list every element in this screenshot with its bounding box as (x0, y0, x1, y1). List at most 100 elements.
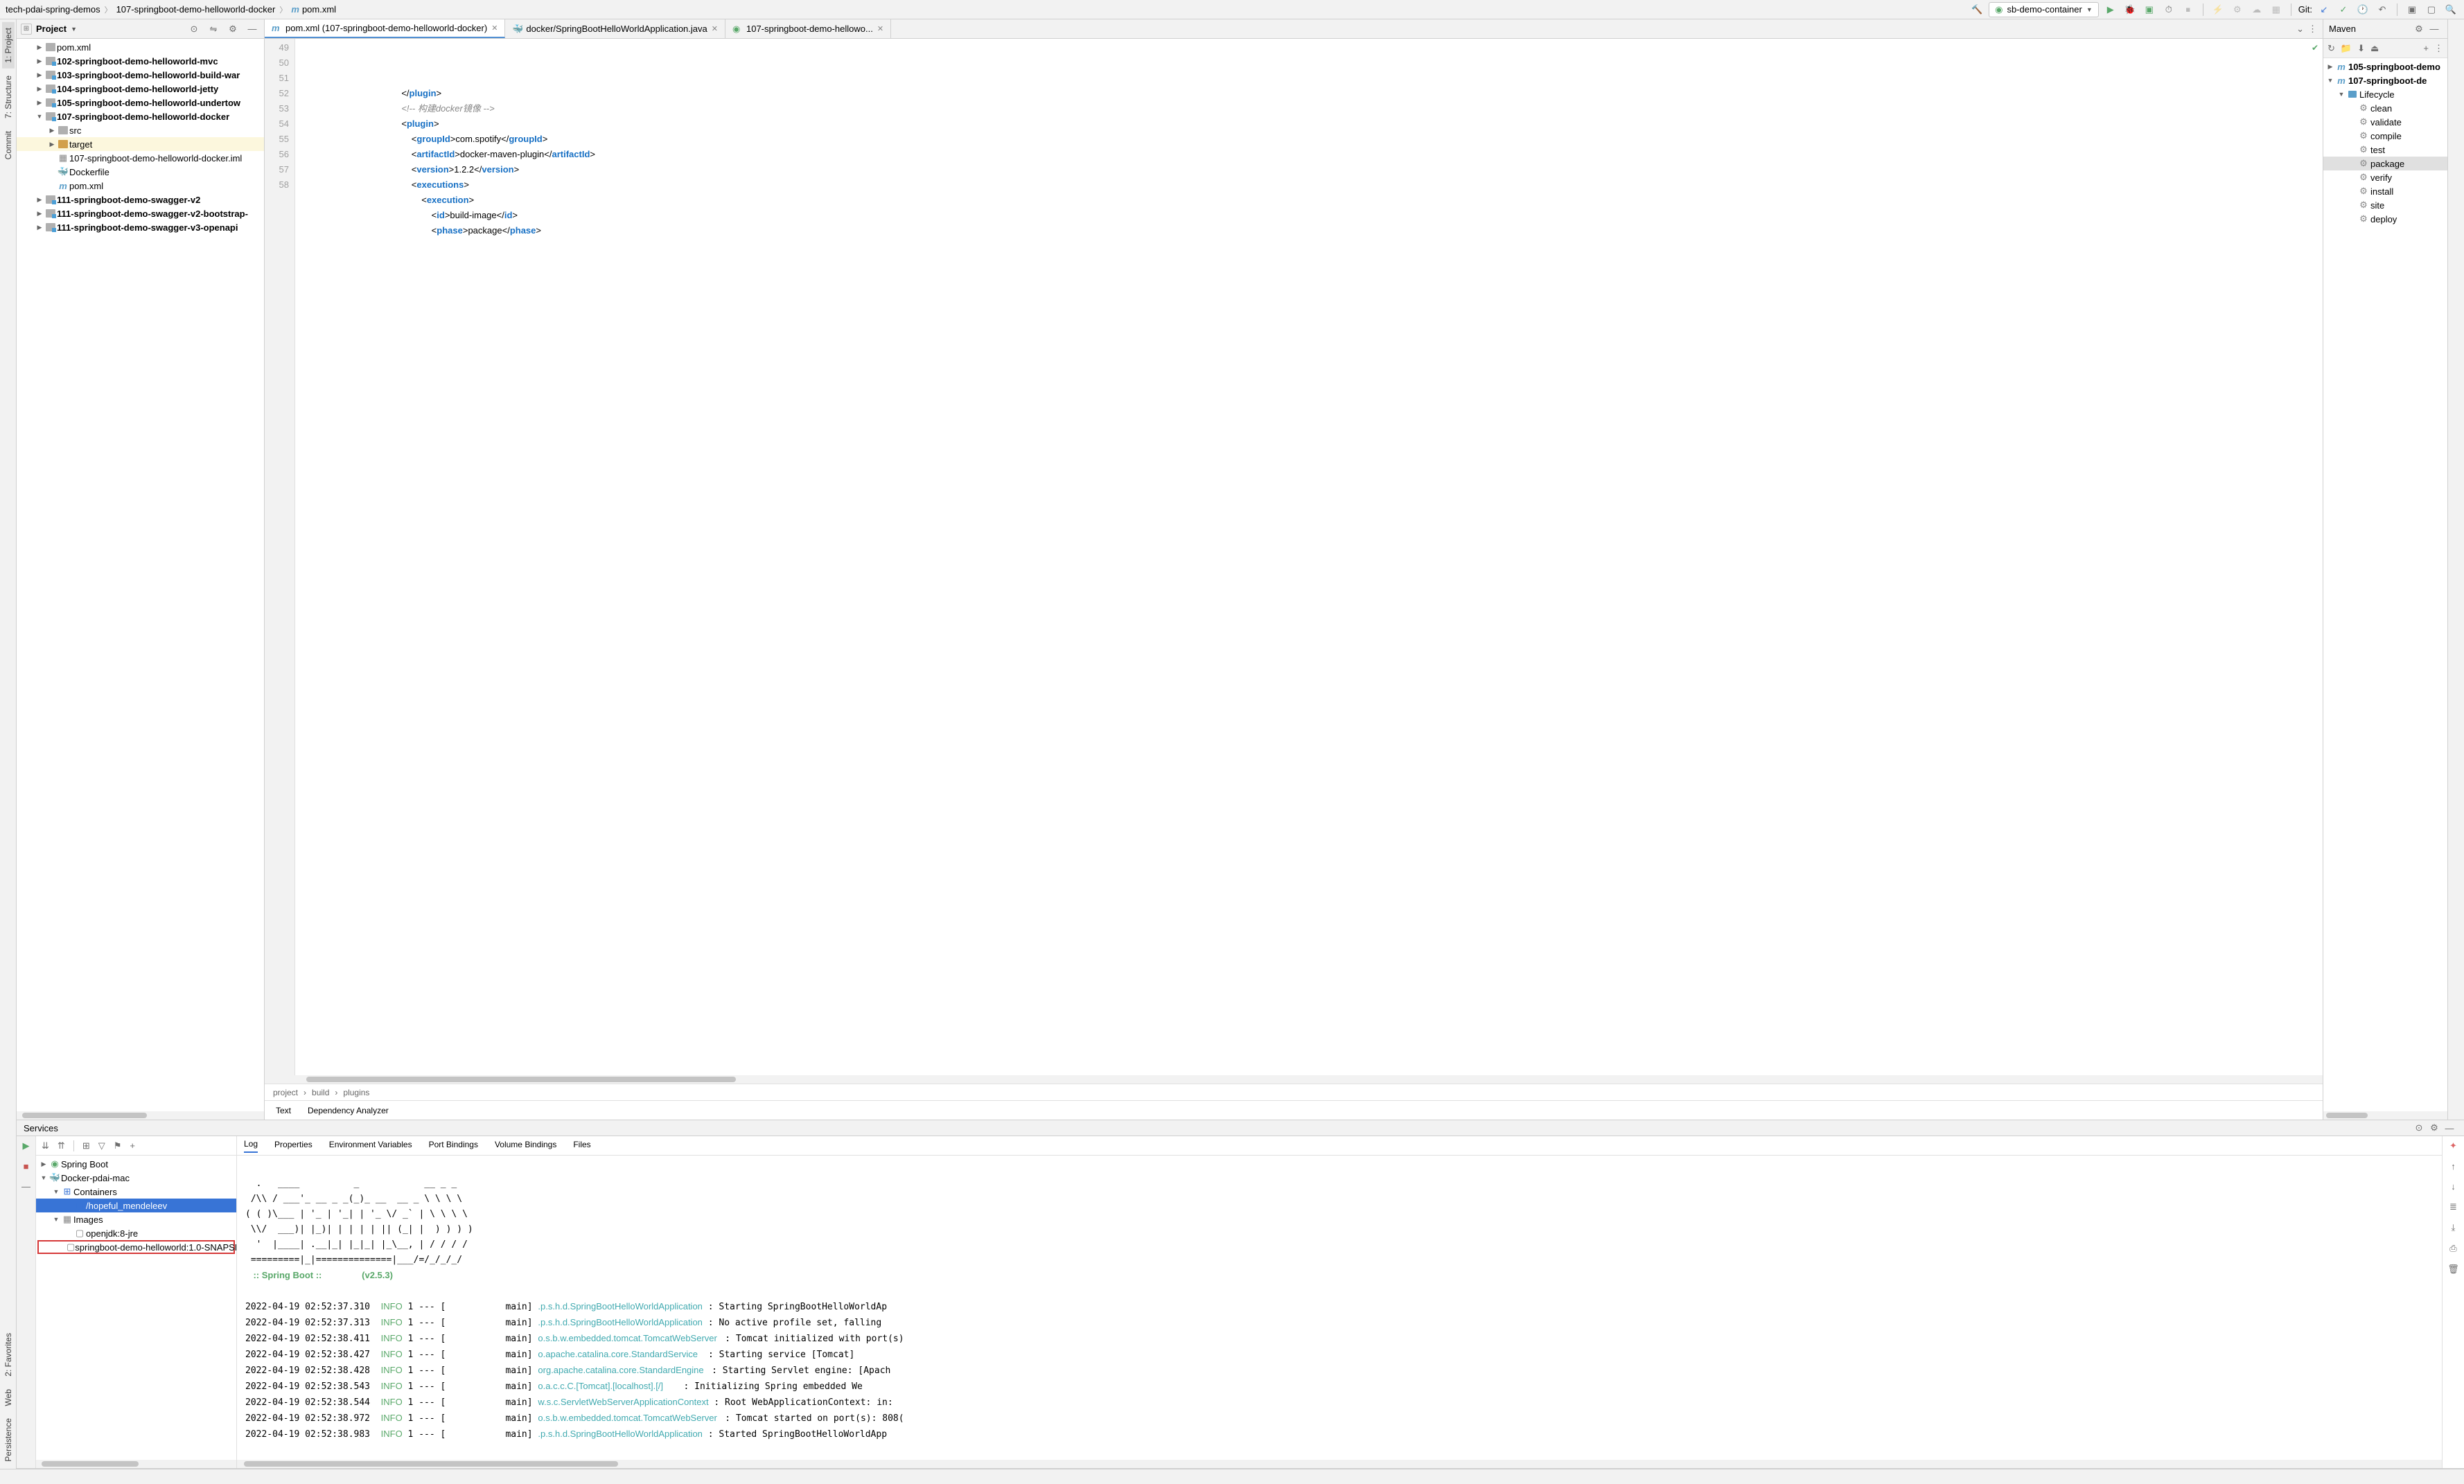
reload-icon[interactable]: ↻ (2327, 43, 2335, 54)
tree-row[interactable]: ▦107-springboot-demo-helloworld-docker.i… (17, 151, 264, 165)
add-icon[interactable]: + (130, 1140, 135, 1151)
files-tab[interactable]: Files (573, 1140, 590, 1152)
tree-row[interactable]: ▶111-springboot-demo-swagger-v3-openapi (17, 220, 264, 234)
generate-icon[interactable]: 📁 (2341, 43, 2352, 54)
dependency-analyzer-tab[interactable]: Dependency Analyzer (308, 1106, 389, 1115)
down-icon[interactable]: ↓ (2451, 1181, 2456, 1192)
git-update-button[interactable]: ↙ (2316, 2, 2332, 17)
select-opened-icon[interactable]: ⊙ (186, 21, 202, 37)
port-bindings-tab[interactable]: Port Bindings (429, 1140, 478, 1152)
tree-row[interactable]: ▶target (17, 137, 264, 151)
scrollbar-horizontal[interactable] (237, 1460, 2442, 1468)
group-icon[interactable]: ⊞ (82, 1140, 90, 1151)
git-rollback-button[interactable]: ↶ (2375, 2, 2390, 17)
minus-icon[interactable]: — (21, 1181, 30, 1192)
filter-icon[interactable]: ▽ (98, 1140, 105, 1151)
tree-arrow-icon[interactable]: ▶ (47, 141, 57, 148)
tree-arrow-icon[interactable]: ▶ (35, 210, 44, 218)
log-output[interactable]: . ____ _ __ _ _ /\\ / ___'_ __ _ _(_)_ _… (237, 1156, 2442, 1460)
maven-tree[interactable]: ▶m105-springboot-demo▼m107-springboot-de… (2323, 58, 2447, 1111)
scrollbar-horizontal[interactable] (17, 1111, 264, 1120)
download-icon[interactable]: ⬇ (2357, 43, 2365, 54)
target-icon[interactable]: ⊙ (2411, 1120, 2427, 1136)
dropdown-arrow-icon[interactable]: ▼ (71, 26, 77, 33)
bc-item[interactable]: build (312, 1088, 329, 1097)
env-vars-tab[interactable]: Environment Variables (329, 1140, 412, 1152)
dropdown-icon[interactable]: ⌄ (2296, 24, 2304, 35)
close-icon[interactable]: ✕ (491, 24, 498, 33)
bookmark-icon[interactable]: ⚑ (114, 1140, 122, 1151)
run-button[interactable]: ▶ (2103, 2, 2118, 17)
services-tree-row[interactable]: ▼🐳Docker-pdai-mac (36, 1171, 236, 1185)
maven-tree-row[interactable]: ▼Lifecycle (2323, 87, 2447, 101)
editor-tab[interactable]: mpom.xml (107-springboot-demo-helloworld… (265, 19, 505, 38)
expand-all-icon[interactable]: ⇋ (206, 21, 221, 37)
ant-icon[interactable]: ✦ (2449, 1140, 2457, 1151)
tree-arrow-icon[interactable]: ▼ (51, 1188, 61, 1195)
maven-tree-row[interactable]: ▼m107-springboot-de (2323, 73, 2447, 87)
maven-tree-row[interactable]: ▶m105-springboot-demo (2323, 60, 2447, 73)
scrollbar-horizontal[interactable] (36, 1460, 236, 1468)
up-icon[interactable]: ↑ (2451, 1161, 2456, 1172)
project-view-icon[interactable]: ⊞ (21, 24, 32, 35)
more-icon[interactable]: ⋮ (2434, 43, 2443, 54)
services-tree-row[interactable]: ▢openjdk:8-jre (36, 1226, 236, 1240)
structure-tool-tab[interactable]: 7: Structure (2, 70, 15, 124)
breadcrumb-project[interactable]: tech-pdai-spring-demos (6, 4, 100, 15)
tree-row[interactable]: ▶102-springboot-demo-helloworld-mvc (17, 54, 264, 68)
breadcrumb-module[interactable]: 107-springboot-demo-helloworld-docker (116, 4, 276, 15)
services-tree-row[interactable]: ▼⊞Containers (36, 1185, 236, 1199)
settings-icon[interactable]: ⚙ (2427, 1120, 2442, 1136)
web-tool-tab[interactable]: Web (2, 1384, 15, 1411)
tree-arrow-icon[interactable]: ▶ (39, 1160, 49, 1168)
hide-icon[interactable]: — (2442, 1120, 2457, 1136)
tree-arrow-icon[interactable]: ▼ (2326, 77, 2334, 84)
tree-arrow-icon[interactable]: ▶ (35, 71, 44, 79)
tree-row[interactable]: mpom.xml (17, 179, 264, 193)
maven-tree-row[interactable]: ⚙test (2323, 143, 2447, 157)
tree-arrow-icon[interactable]: ▶ (35, 224, 44, 231)
project-tool-tab[interactable]: 1: Project (2, 22, 15, 69)
tree-row[interactable]: 🐳Dockerfile (17, 165, 264, 179)
close-icon[interactable]: ✕ (712, 24, 718, 33)
editor-tab[interactable]: ◉107-springboot-demo-hellowo...✕ (725, 19, 891, 38)
profiler-button[interactable]: ⏱ (2161, 2, 2176, 17)
breadcrumb-file[interactable]: m pom.xml (291, 4, 336, 15)
maven-tree-row[interactable]: ⚙clean (2323, 101, 2447, 115)
settings-icon[interactable]: ⚙ (225, 21, 240, 37)
favorites-tool-tab[interactable]: 2: Favorites (2, 1327, 15, 1382)
services-tree-row[interactable]: ▢springboot-demo-helloworld:1.0-SNAPSHOT… (37, 1240, 235, 1254)
hide-icon[interactable]: — (245, 21, 260, 37)
tree-row[interactable]: ▶103-springboot-demo-helloworld-build-wa… (17, 68, 264, 82)
text-tab[interactable]: Text (276, 1106, 291, 1115)
trash-icon[interactable]: 🗑 (2447, 1264, 2459, 1275)
bc-item[interactable]: plugins (343, 1088, 369, 1097)
maven-tree-row[interactable]: ⚙install (2323, 184, 2447, 198)
add-icon[interactable]: + (2423, 43, 2429, 53)
more-icon[interactable]: ⋮ (2308, 24, 2317, 35)
tree-arrow-icon[interactable]: ▼ (51, 1216, 61, 1223)
properties-tab[interactable]: Properties (274, 1140, 313, 1152)
tree-row[interactable]: ▶104-springboot-demo-helloworld-jetty (17, 82, 264, 96)
tree-arrow-icon[interactable]: ▶ (35, 58, 44, 65)
persistence-tool-tab[interactable]: Persistence (2, 1413, 15, 1467)
inspection-ok-icon[interactable]: ✔ (2312, 40, 2318, 55)
services-tree-row[interactable]: ▢/hopeful_mendeleev (36, 1199, 236, 1212)
services-tree[interactable]: ▶◉Spring Boot▼🐳Docker-pdai-mac▼⊞Containe… (36, 1156, 236, 1460)
expand-icon[interactable]: ⇊ (42, 1140, 49, 1151)
search-icon[interactable]: 🔍 (2443, 2, 2458, 17)
hide-icon[interactable]: — (2427, 21, 2442, 37)
tree-arrow-icon[interactable]: ▼ (35, 113, 44, 120)
services-tree-row[interactable]: ▶◉Spring Boot (36, 1157, 236, 1171)
code-editor[interactable]: ✔ </plugin> <!-- 构建docker镜像 --> <plugin>… (295, 39, 2323, 1075)
maven-tree-row[interactable]: ⚙compile (2323, 129, 2447, 143)
tree-arrow-icon[interactable]: ▼ (39, 1174, 49, 1181)
toggle-icon[interactable]: ⏏ (2370, 43, 2379, 54)
close-icon[interactable]: ✕ (877, 24, 883, 33)
scroll-end-icon[interactable]: ⤓ (2452, 1222, 2456, 1233)
coverage-button[interactable]: ▣ (2142, 2, 2157, 17)
tree-arrow-icon[interactable]: ▶ (47, 127, 57, 134)
stop-icon[interactable]: ■ (24, 1161, 29, 1172)
run-icon[interactable]: ▶ (23, 1140, 30, 1151)
tree-arrow-icon[interactable]: ▶ (35, 44, 44, 51)
